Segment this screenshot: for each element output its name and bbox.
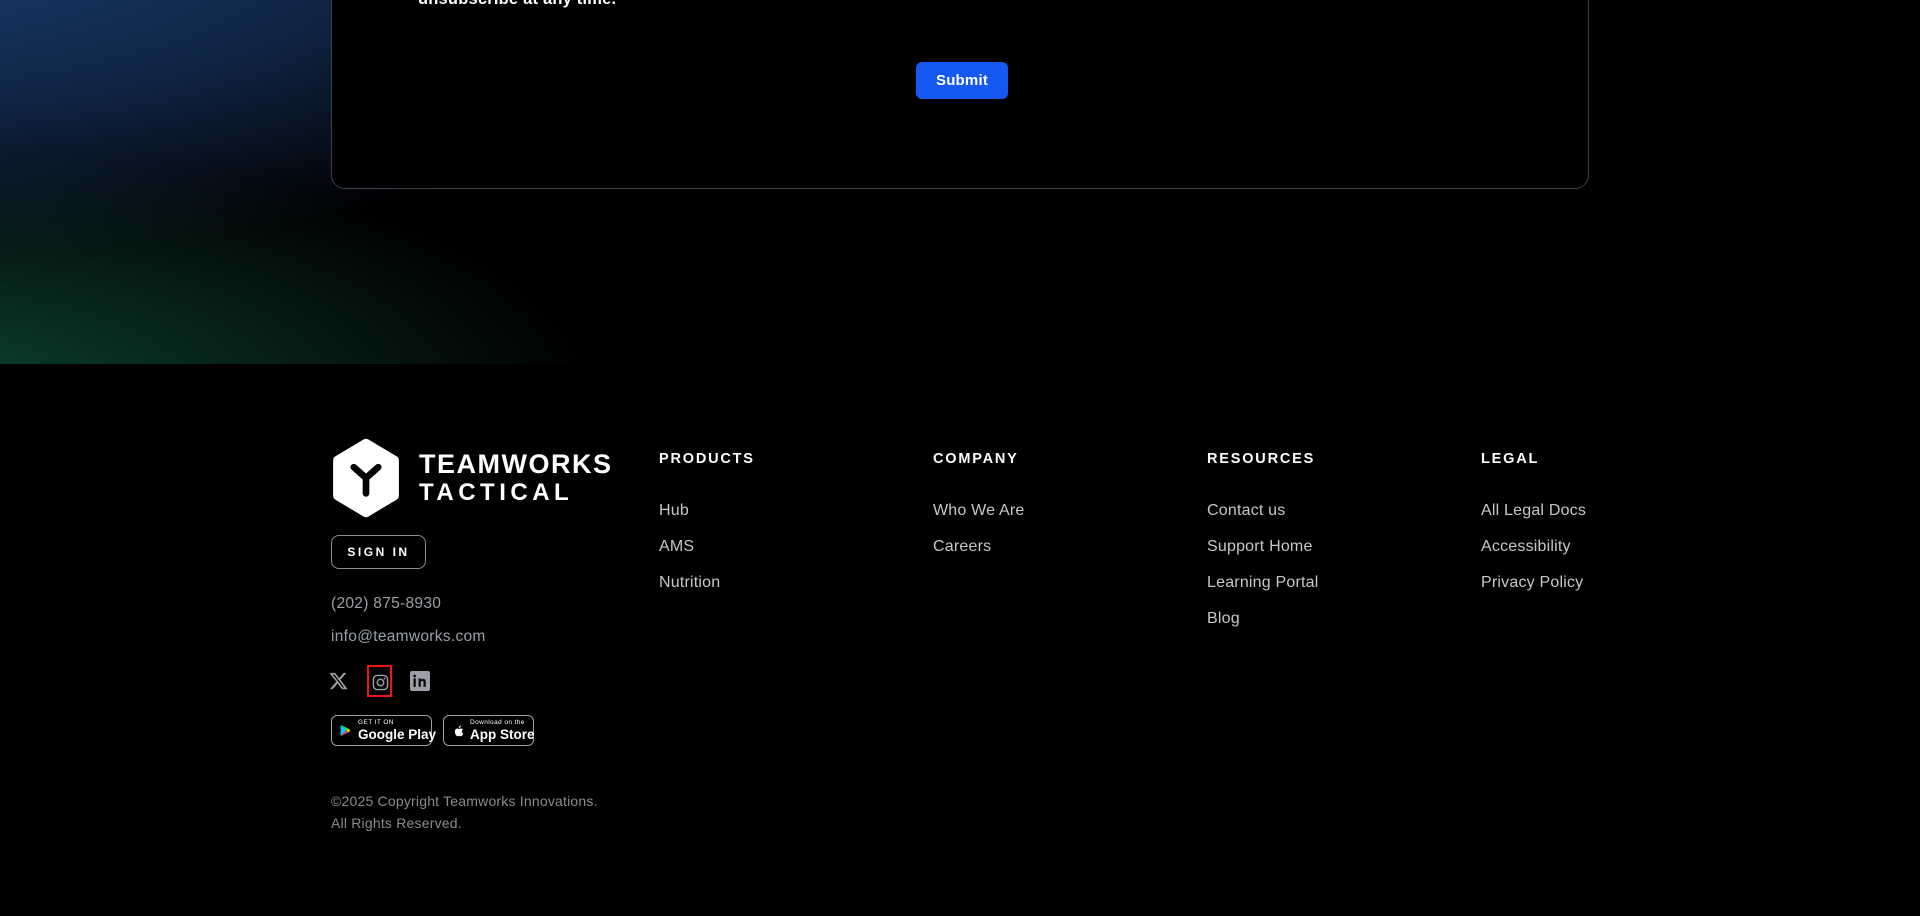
apple-icon <box>451 723 464 739</box>
app-store-badge[interactable]: Download on the App Store <box>443 715 534 746</box>
column-title-company: COMPANY <box>933 450 1163 468</box>
footer-column-resources: RESOURCES Contact us Support Home Learni… <box>1207 450 1437 645</box>
footer-column-products: PRODUCTS Hub AMS Nutrition <box>659 450 889 609</box>
unsubscribe-note: unsubscribe at any time. <box>418 0 616 9</box>
column-title-resources: RESOURCES <box>1207 450 1437 468</box>
app-store-label: App Store <box>470 728 535 742</box>
footer-link-hub[interactable]: Hub <box>659 501 889 521</box>
column-title-products: PRODUCTS <box>659 450 889 468</box>
footer-link-privacy-policy[interactable]: Privacy Policy <box>1481 573 1711 593</box>
phone-number[interactable]: (202) 875-8930 <box>331 595 441 613</box>
footer-link-contact-us[interactable]: Contact us <box>1207 501 1437 521</box>
footer-link-blog[interactable]: Blog <box>1207 609 1437 629</box>
google-play-badge[interactable]: GET IT ON Google Play <box>331 715 432 746</box>
copyright-line2: All Rights Reserved. <box>331 813 598 835</box>
logo-wordmark-line2: TACTICAL <box>419 479 573 507</box>
copyright-line1: ©2025 Copyright Teamworks Innovations. <box>331 791 598 813</box>
footer-link-ams[interactable]: AMS <box>659 537 889 557</box>
submit-button[interactable]: Submit <box>916 62 1008 99</box>
email-address[interactable]: info@teamworks.com <box>331 628 486 646</box>
footer-link-support-home[interactable]: Support Home <box>1207 537 1437 557</box>
footer-column-company: COMPANY Who We Are Careers <box>933 450 1163 573</box>
footer-link-learning-portal[interactable]: Learning Portal <box>1207 573 1437 593</box>
footer: TEAMWORKS TACTICAL SIGN IN (202) 875-893… <box>0 364 1920 916</box>
google-play-icon <box>339 723 352 738</box>
footer-link-nutrition[interactable]: Nutrition <box>659 573 889 593</box>
footer-link-careers[interactable]: Careers <box>933 537 1163 557</box>
footer-link-who-we-are[interactable]: Who We Are <box>933 501 1163 521</box>
teamworks-hexagon-logo-icon <box>331 438 401 518</box>
google-play-label: Google Play <box>358 728 436 742</box>
linkedin-icon[interactable] <box>410 671 430 691</box>
footer-column-legal: LEGAL All Legal Docs Accessibility Priva… <box>1481 450 1711 609</box>
google-play-tagline: GET IT ON <box>358 720 436 727</box>
footer-link-accessibility[interactable]: Accessibility <box>1481 537 1711 557</box>
hero-gradient-section: unsubscribe at any time. Submit <box>0 0 1920 364</box>
app-store-tagline: Download on the <box>470 720 535 727</box>
copyright: ©2025 Copyright Teamworks Innovations. A… <box>331 791 598 834</box>
instagram-icon[interactable] <box>372 674 389 691</box>
footer-link-all-legal-docs[interactable]: All Legal Docs <box>1481 501 1711 521</box>
x-twitter-icon[interactable] <box>328 671 349 691</box>
column-title-legal: LEGAL <box>1481 450 1711 468</box>
sign-in-button[interactable]: SIGN IN <box>331 535 426 569</box>
newsletter-card: unsubscribe at any time. Submit <box>331 0 1589 189</box>
logo-wordmark-line1: TEAMWORKS <box>419 449 612 480</box>
